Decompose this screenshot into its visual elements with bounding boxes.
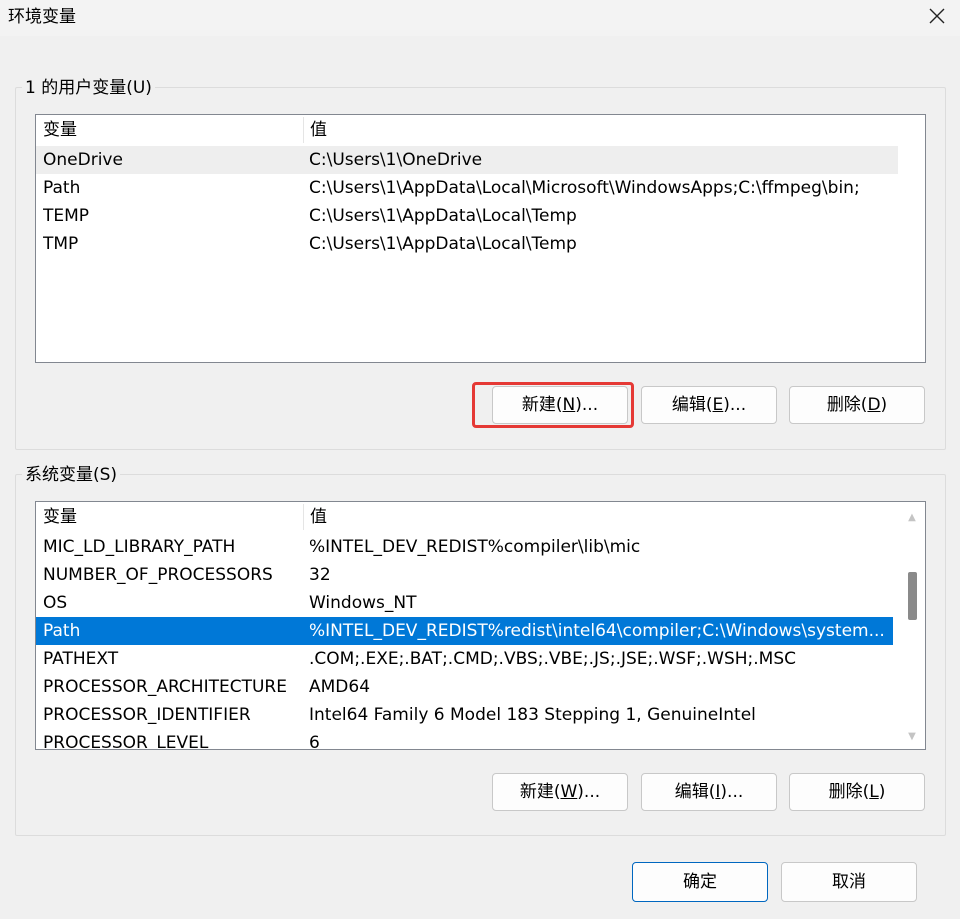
- system-delete-button[interactable]: 删除(L): [789, 773, 925, 811]
- user-variables-label: 1 的用户变量(U): [22, 77, 155, 99]
- variable-value-cell: C:\Users\1\OneDrive: [309, 150, 483, 170]
- variable-name-cell: Path: [43, 178, 81, 198]
- button-text: ): [880, 395, 888, 415]
- variable-name-cell: MIC_LD_LIBRARY_PATH: [43, 537, 236, 557]
- button-text: 编辑(: [674, 782, 716, 802]
- user-delete-button[interactable]: 删除(D): [789, 386, 925, 424]
- close-button[interactable]: [914, 0, 960, 36]
- table-row[interactable]: PROCESSOR_IDENTIFIER Intel64 Family 6 Mod…: [36, 701, 893, 729]
- table-row[interactable]: OneDrive C:\Users\1\OneDrive: [36, 146, 898, 174]
- button-text: ): [878, 782, 886, 802]
- cancel-button[interactable]: 取消: [781, 862, 917, 902]
- title-bar: 环境变量: [0, 0, 960, 36]
- variable-value-cell: C:\Users\1\AppData\Local\Microsoft\Windo…: [309, 178, 860, 198]
- variable-value-cell: %INTEL_DEV_REDIST%redist\intel64\compile…: [309, 621, 885, 641]
- table-row[interactable]: Path %INTEL_DEV_REDIST%redist\intel64\com…: [36, 617, 893, 645]
- button-text: 新建(: [519, 782, 561, 802]
- table-row[interactable]: TMP C:\Users\1\AppData\Local\Temp: [36, 230, 898, 258]
- variable-value-cell: .COM;.EXE;.BAT;.CMD;.VBS;.VBE;.JS;.JSE;.…: [309, 649, 797, 669]
- button-text: )...: [723, 395, 747, 415]
- user-variables-list[interactable]: 变量 值 OneDrive C:\Users\1\OneDrive Path C:\U…: [35, 114, 926, 363]
- column-header-value[interactable]: 值: [303, 115, 903, 145]
- button-text: 新建(: [521, 395, 563, 415]
- variable-name-cell: OneDrive: [43, 150, 123, 170]
- table-row[interactable]: Path C:\Users\1\AppData\Local\Microsoft\W…: [36, 174, 898, 202]
- close-icon: [928, 7, 946, 29]
- button-text: )...: [575, 395, 599, 415]
- variable-value-cell: Windows_NT: [309, 593, 417, 613]
- variable-value-cell: 6: [309, 733, 320, 750]
- variable-value-cell: C:\Users\1\AppData\Local\Temp: [309, 234, 577, 254]
- scroll-down-icon[interactable]: ▼: [899, 725, 925, 747]
- button-accelerator: E: [712, 395, 724, 415]
- system-variables-label: 系统变量(S): [22, 464, 121, 486]
- variable-value-cell: Intel64 Family 6 Model 183 Stepping 1, G…: [309, 705, 756, 725]
- variable-value-cell: C:\Users\1\AppData\Local\Temp: [309, 206, 577, 226]
- variable-name-cell: PATHEXT: [43, 649, 119, 669]
- variable-name-cell: TMP: [43, 234, 79, 254]
- variable-name-cell: OS: [43, 593, 68, 613]
- variable-name-cell: PROCESSOR_ARCHITECTURE: [43, 677, 287, 697]
- button-accelerator: D: [867, 395, 881, 415]
- system-new-button[interactable]: 新建(W)...: [492, 773, 628, 811]
- system-variables-header: 变量 值: [36, 502, 925, 532]
- variable-name-cell: PROCESSOR_LEVEL: [43, 733, 209, 750]
- table-row[interactable]: OS Windows_NT: [36, 589, 893, 617]
- system-variables-scrollbar[interactable]: ▲ ▼: [899, 502, 925, 749]
- variable-name-cell: Path: [43, 621, 81, 641]
- window-title: 环境变量: [8, 7, 76, 27]
- variable-name-cell: TEMP: [43, 206, 90, 226]
- table-row[interactable]: PROCESSOR_LEVEL 6: [36, 729, 893, 750]
- variable-name-cell: PROCESSOR_IDENTIFIER: [43, 705, 251, 725]
- user-edit-button[interactable]: 编辑(E)...: [641, 386, 777, 424]
- scroll-thumb[interactable]: [908, 572, 917, 620]
- button-text: 编辑(: [671, 395, 713, 415]
- table-row[interactable]: PATHEXT .COM;.EXE;.BAT;.CMD;.VBS;.VBE;.JS…: [36, 645, 893, 673]
- ok-button[interactable]: 确定: [632, 862, 768, 902]
- button-accelerator: N: [562, 395, 576, 415]
- column-header-variable[interactable]: 变量: [36, 115, 303, 145]
- table-row[interactable]: PROCESSOR_ARCHITECTURE AMD64: [36, 673, 893, 701]
- column-header-value[interactable]: 值: [303, 502, 898, 532]
- variable-value-cell: %INTEL_DEV_REDIST%compiler\lib\mic: [309, 537, 641, 557]
- table-row[interactable]: MIC_LD_LIBRARY_PATH %INTEL_DEV_REDIST%com…: [36, 533, 893, 561]
- user-variables-header: 变量 值: [36, 115, 925, 145]
- system-variables-list[interactable]: 变量 值 MIC_LD_LIBRARY_PATH %INTEL_DEV_REDIS…: [35, 501, 926, 750]
- variable-value-cell: 32: [309, 565, 331, 585]
- variable-name-cell: NUMBER_OF_PROCESSORS: [43, 565, 273, 585]
- button-text: )...: [720, 782, 744, 802]
- table-row[interactable]: NUMBER_OF_PROCESSORS 32: [36, 561, 893, 589]
- button-text: 删除(: [826, 395, 868, 415]
- button-text: )...: [577, 782, 601, 802]
- user-new-button[interactable]: 新建(N)...: [492, 386, 628, 424]
- variable-value-cell: AMD64: [309, 677, 371, 697]
- button-accelerator: L: [869, 782, 879, 802]
- scroll-up-icon[interactable]: ▲: [899, 506, 925, 528]
- table-row[interactable]: TEMP C:\Users\1\AppData\Local\Temp: [36, 202, 898, 230]
- button-accelerator: W: [560, 782, 578, 802]
- button-text: 删除(: [828, 782, 870, 802]
- column-header-variable[interactable]: 变量: [36, 502, 303, 532]
- system-edit-button[interactable]: 编辑(I)...: [641, 773, 777, 811]
- environment-variables-dialog: 环境变量 1 的用户变量(U) 变量 值 OneDrive C:\Users\1\…: [0, 0, 960, 919]
